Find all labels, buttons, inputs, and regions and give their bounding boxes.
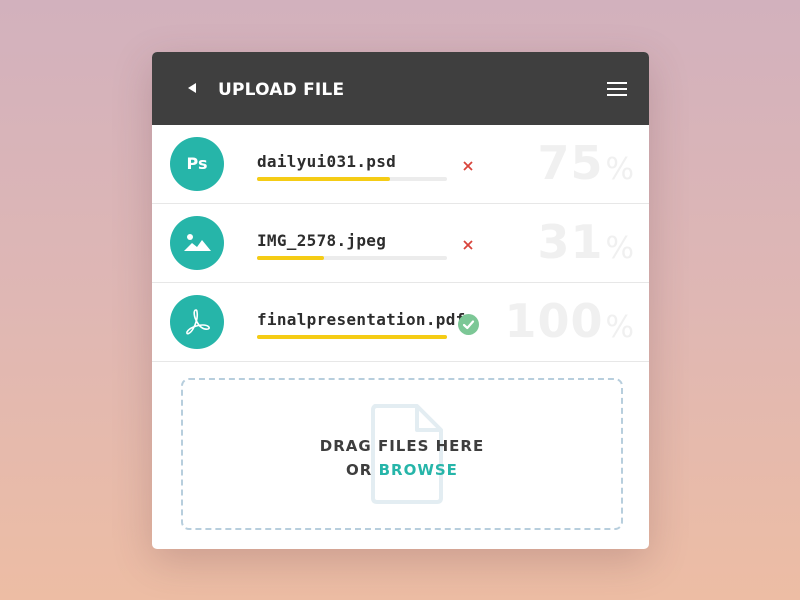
progress-fill (257, 335, 447, 339)
ps-icon: Ps (170, 137, 224, 191)
progress-fill (257, 177, 390, 181)
dropzone-instructions: DRAG FILES HERE OR BROWSE (183, 434, 621, 482)
file-name: IMG_2578.jpeg (257, 231, 387, 250)
file-dropzone[interactable]: DRAG FILES HERE OR BROWSE (181, 378, 623, 530)
page-title: UPLOAD FILE (218, 80, 345, 100)
progress-bar (257, 256, 447, 260)
file-name: dailyui031.psd (257, 152, 397, 171)
mountain-image-icon (184, 234, 211, 251)
progress-bar (257, 335, 447, 339)
upload-percentage: 100% (504, 294, 635, 348)
hamburger-menu-icon[interactable] (607, 81, 627, 97)
progress-bar (257, 177, 447, 181)
header-bar: UPLOAD FILE (152, 52, 649, 125)
upload-percentage: 31% (537, 215, 635, 269)
file-row-psd: Ps dailyui031.psd 75% (152, 125, 649, 204)
acrobat-pdf-icon (186, 309, 210, 335)
back-arrow-icon[interactable] (186, 82, 198, 94)
progress-fill (257, 256, 324, 260)
dropzone-line1: DRAG FILES HERE (319, 437, 485, 455)
dropzone-line2: OR BROWSE (346, 461, 458, 479)
file-row-jpeg: IMG_2578.jpeg 31% (152, 204, 649, 283)
checkmark-success-icon (458, 314, 479, 335)
cancel-upload-icon[interactable] (463, 161, 473, 171)
browse-link[interactable]: BROWSE (379, 461, 458, 479)
file-name: finalpresentation.pdf (257, 310, 466, 329)
upload-card: UPLOAD FILE Ps dailyui031.psd 75% IMG_25… (152, 52, 649, 549)
image-icon (170, 216, 224, 270)
file-row-pdf: finalpresentation.pdf 100% (152, 283, 649, 362)
upload-percentage: 75% (537, 136, 635, 190)
pdf-icon (170, 295, 224, 349)
cancel-upload-icon[interactable] (463, 240, 473, 250)
